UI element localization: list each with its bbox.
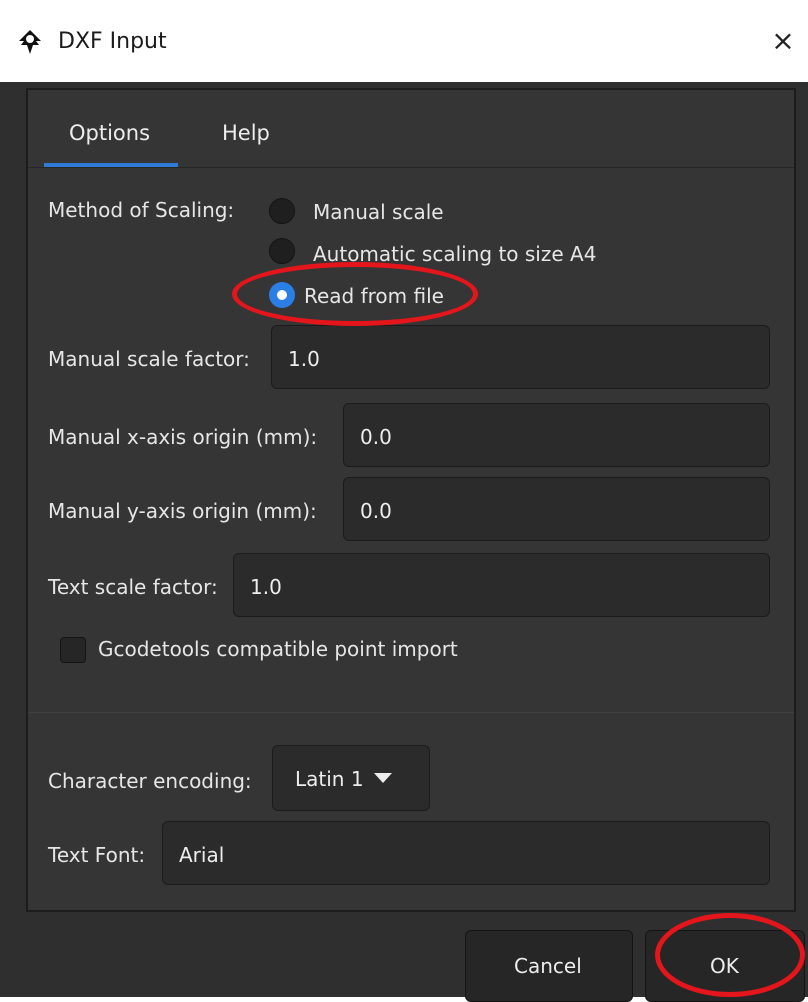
cancel-button-label[interactable]: Cancel [514,954,582,978]
x-origin-value: 0.0 [360,425,392,449]
character-encoding-label: Character encoding: [48,769,252,793]
manual-scale-factor-label: Manual scale factor: [48,347,250,371]
close-icon[interactable]: × [768,26,798,56]
text-font-input[interactable] [162,821,770,885]
text-scale-factor-value: 1.0 [250,575,282,599]
manual-scale-factor-value: 1.0 [288,347,320,371]
radio-manual-scale-label[interactable]: Manual scale [313,200,444,224]
y-origin-label: Manual y-axis origin (mm): [48,499,317,523]
manual-scale-factor-input[interactable] [271,325,770,389]
text-scale-factor-input[interactable] [233,553,770,617]
text-scale-factor-label: Text scale factor: [48,575,218,599]
tab-options[interactable]: Options [69,121,150,145]
text-font-value: Arial [179,843,225,867]
radio-read-from-file-label[interactable]: Read from file [304,284,444,308]
x-origin-label: Manual x-axis origin (mm): [48,425,318,449]
inkscape-icon [19,30,41,54]
tab-help[interactable]: Help [222,121,270,145]
y-origin-input[interactable] [343,477,770,541]
character-encoding-value: Latin 1 [295,767,364,791]
section-separator [28,712,794,713]
radio-automatic-scaling-label[interactable]: Automatic scaling to size A4 [313,242,596,266]
title-bar: DXF Input × [0,0,808,82]
tab-divider [28,167,794,168]
gcodetools-checkbox[interactable] [60,637,86,663]
x-origin-input[interactable] [343,403,770,467]
y-origin-value: 0.0 [360,499,392,523]
scaling-method-label: Method of Scaling: [48,198,235,222]
radio-automatic-scaling[interactable] [269,238,295,264]
radio-manual-scale[interactable] [269,198,295,224]
text-font-label: Text Font: [48,843,146,867]
chevron-down-icon [374,773,392,783]
ok-button-label[interactable]: OK [710,954,739,978]
radio-read-from-file[interactable] [269,282,295,308]
window-title: DXF Input [58,29,167,54]
gcodetools-label[interactable]: Gcodetools compatible point import [98,637,458,661]
